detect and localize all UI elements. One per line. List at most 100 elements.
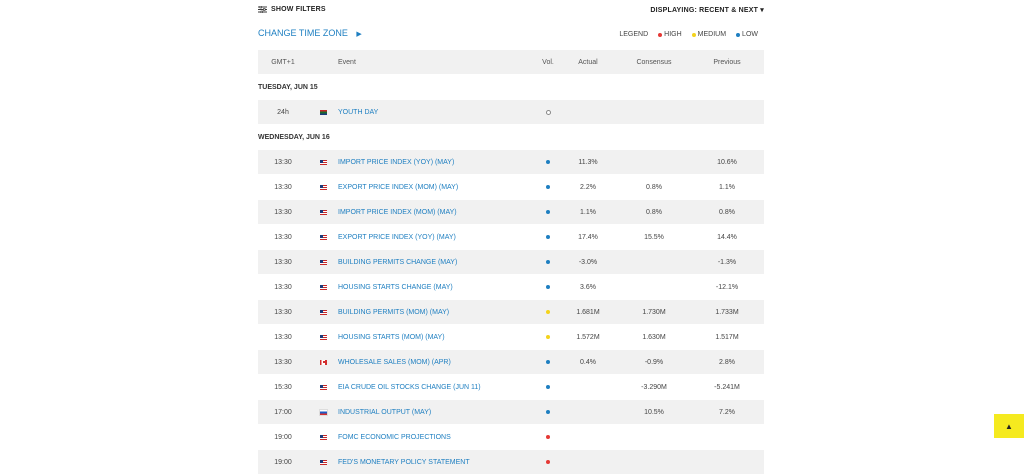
event-name-link[interactable]: BUILDING PERMITS (MOM) (MAY) <box>338 309 538 316</box>
event-time: 17:00 <box>274 408 292 416</box>
volatility-indicator <box>538 410 558 414</box>
country-flag-icon <box>308 109 338 115</box>
event-name-link[interactable]: EXPORT PRICE INDEX (YOY) (MAY) <box>338 234 538 241</box>
consensus-value: 0.8% <box>646 183 662 191</box>
displaying-dropdown[interactable]: DISPLAYING: RECENT & NEXT ▾ <box>650 6 764 14</box>
scroll-to-top-button[interactable]: ▲ <box>994 414 1024 438</box>
high-dot-icon <box>658 32 663 37</box>
event-time: 13:30 <box>274 258 292 266</box>
table-row[interactable]: 24h YOUTH DAY <box>258 100 764 124</box>
table-row[interactable]: 13:30 WHOLESALE SALES (MOM) (APR) 0.4% -0.9… <box>258 350 764 374</box>
event-name-link[interactable]: INDUSTRIAL OUTPUT (MAY) <box>338 409 538 416</box>
volatility-indicator <box>538 310 558 314</box>
country-flag-icon <box>308 434 338 440</box>
header-actual: Actual <box>578 58 598 66</box>
previous-value: -5.241M <box>714 383 740 391</box>
table-row[interactable]: 13:30 HOUSING STARTS (MOM) (MAY) 1.572M 1.6… <box>258 325 764 349</box>
previous-value: 1.517M <box>715 333 739 341</box>
volatility-indicator <box>538 385 558 389</box>
actual-value: 1.681M <box>576 308 600 316</box>
low-dot-icon <box>736 32 741 37</box>
header-time[interactable]: GMT+1 <box>258 59 308 66</box>
medium-volatility-dot-icon <box>546 310 550 314</box>
country-flag-icon <box>308 359 338 365</box>
event-name-link[interactable]: IMPORT PRICE INDEX (YOY) (MAY) <box>338 159 538 166</box>
previous-value: 10.6% <box>717 158 737 166</box>
event-name-link[interactable]: FED'S MONETARY POLICY STATEMENT <box>338 459 538 466</box>
change-time-zone-button[interactable]: CHANGE TIME ZONE ▶ <box>258 28 362 38</box>
table-row[interactable]: 13:30 EXPORT PRICE INDEX (YOY) (MAY) 17.4%… <box>258 225 764 249</box>
show-filters-button[interactable]: SHOW FILTERS <box>258 6 326 13</box>
table-row[interactable]: 13:30 HOUSING STARTS CHANGE (MAY) 3.6% -12.… <box>258 275 764 299</box>
actual-value: 17.4% <box>578 233 598 241</box>
actual-value: -3.0% <box>578 258 598 266</box>
event-time: 13:30 <box>274 158 292 166</box>
table-row[interactable]: 17:00 INDUSTRIAL OUTPUT (MAY) 10.5% 7.2% <box>258 400 764 424</box>
event-time: 13:30 <box>274 358 292 366</box>
country-flag-icon <box>308 408 338 416</box>
actual-value: 3.6% <box>580 283 596 291</box>
legend-medium-label: MEDIUM <box>697 31 727 38</box>
event-time: 19:00 <box>274 458 292 466</box>
actual-value: 1.572M <box>576 333 600 341</box>
previous-value: -1.3% <box>717 258 737 266</box>
high-volatility-dot-icon <box>546 460 550 464</box>
table-row[interactable]: 15:30 EIA CRUDE OIL STOCKS CHANGE (JUN 11… <box>258 375 764 399</box>
header-event: Event <box>338 58 356 66</box>
table-row[interactable]: 13:30 IMPORT PRICE INDEX (YOY) (MAY) 11.3%… <box>258 150 764 174</box>
country-flag-icon <box>308 284 338 290</box>
event-time: 13:30 <box>274 283 292 291</box>
previous-value: 1.1% <box>719 183 735 191</box>
economic-calendar: SHOW FILTERS DISPLAYING: RECENT & NEXT ▾… <box>258 0 764 474</box>
event-name-link[interactable]: HOUSING STARTS (MOM) (MAY) <box>338 334 538 341</box>
low-volatility-dot-icon <box>546 285 550 289</box>
us-flag-icon <box>319 234 327 240</box>
event-name-link[interactable]: YOUTH DAY <box>338 109 538 116</box>
consensus-value: 10.5% <box>644 408 664 416</box>
ca-flag-icon <box>319 359 327 365</box>
table-row[interactable]: 13:30 IMPORT PRICE INDEX (MOM) (MAY) 1.1% 0… <box>258 200 764 224</box>
volatility-indicator <box>538 360 558 364</box>
event-time: 13:30 <box>274 208 292 216</box>
actual-value: 0.4% <box>580 358 596 366</box>
country-flag-icon <box>308 209 338 215</box>
legend-high: HIGH <box>658 31 682 38</box>
country-flag-icon <box>308 159 338 165</box>
previous-value: 14.4% <box>717 233 737 241</box>
table-row[interactable]: 19:00 FED'S MONETARY POLICY STATEMENT <box>258 450 764 474</box>
table-row[interactable]: 19:00 FOMC ECONOMIC PROJECTIONS <box>258 425 764 449</box>
play-arrow-icon: ▶ <box>356 31 362 38</box>
table-body: TUESDAY, JUN 15 24h YOUTH DAY WEDNESDAY, JU… <box>258 75 764 474</box>
event-name-link[interactable]: BUILDING PERMITS CHANGE (MAY) <box>338 259 538 266</box>
country-flag-icon <box>308 234 338 240</box>
header-consensus: Consensus <box>636 58 672 66</box>
legend-title: LEGEND <box>619 31 649 38</box>
event-time: 13:30 <box>274 308 292 316</box>
volatility-indicator <box>538 260 558 264</box>
event-name-link[interactable]: FOMC ECONOMIC PROJECTIONS <box>338 434 538 441</box>
us-flag-icon <box>319 384 327 390</box>
filter-sliders-icon <box>258 6 267 13</box>
legend-low: LOW <box>736 31 758 38</box>
actual-value: 11.3% <box>578 158 598 166</box>
volatility-indicator <box>538 235 558 239</box>
event-name-link[interactable]: WHOLESALE SALES (MOM) (APR) <box>338 359 538 366</box>
header-vol: Vol. <box>542 58 554 66</box>
country-flag-icon <box>308 259 338 265</box>
event-time: 13:30 <box>274 233 292 241</box>
previous-value: 2.8% <box>719 358 735 366</box>
table-row[interactable]: 13:30 EXPORT PRICE INDEX (MOM) (MAY) 2.2% 0… <box>258 175 764 199</box>
us-flag-icon <box>319 259 327 265</box>
country-flag-icon <box>308 309 338 315</box>
consensus-value: 1.630M <box>642 333 666 341</box>
event-name-link[interactable]: EIA CRUDE OIL STOCKS CHANGE (JUN 11) <box>338 384 538 391</box>
table-row[interactable]: 13:30 BUILDING PERMITS CHANGE (MAY) -3.0% -… <box>258 250 764 274</box>
volatility-indicator <box>538 435 558 439</box>
table-row[interactable]: 13:30 BUILDING PERMITS (MOM) (MAY) 1.681M 1… <box>258 300 764 324</box>
event-name-link[interactable]: IMPORT PRICE INDEX (MOM) (MAY) <box>338 209 538 216</box>
event-name-link[interactable]: EXPORT PRICE INDEX (MOM) (MAY) <box>338 184 538 191</box>
event-name-link[interactable]: HOUSING STARTS CHANGE (MAY) <box>338 284 538 291</box>
show-filters-label: SHOW FILTERS <box>271 6 326 13</box>
actual-value: 1.1% <box>580 208 596 216</box>
low-volatility-dot-icon <box>546 410 550 414</box>
